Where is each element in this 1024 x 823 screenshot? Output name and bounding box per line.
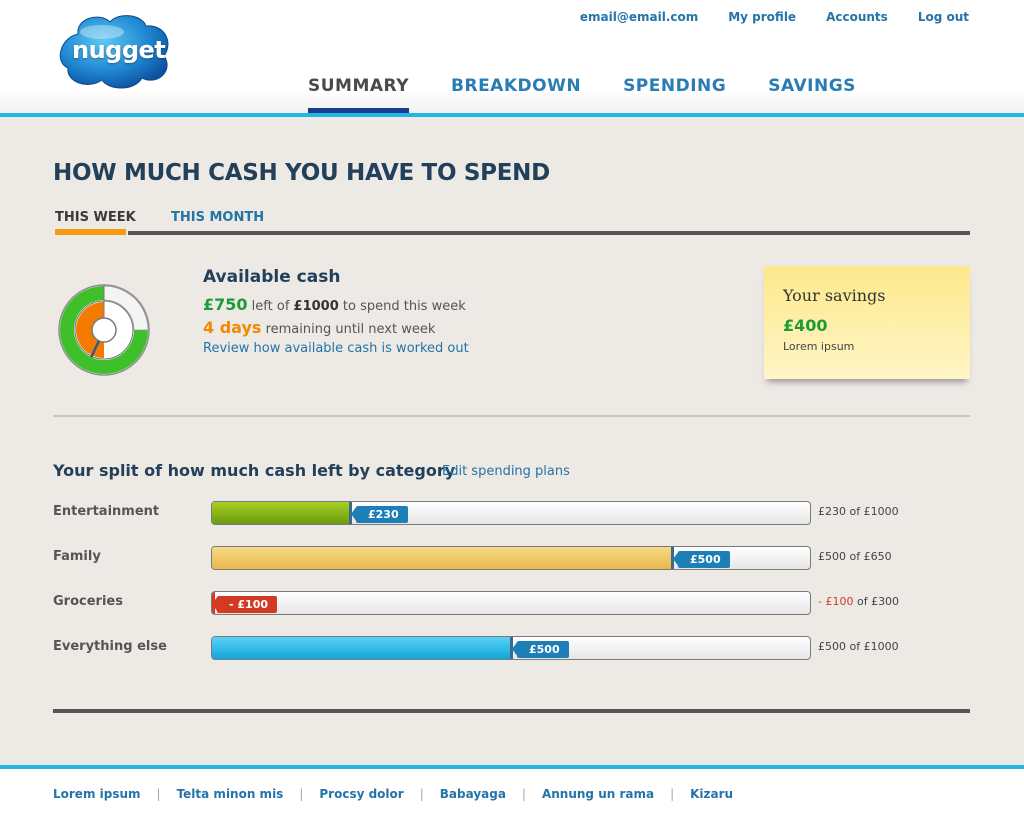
content-bottom-rule	[53, 709, 970, 713]
category-name: Family	[53, 549, 101, 564]
logo-text: nugget	[72, 36, 166, 64]
logout-link[interactable]: Log out	[918, 10, 969, 24]
amount-left-line: £750 left of £1000 to spend this week	[203, 295, 469, 315]
nav-tab-breakdown[interactable]: BREAKDOWN	[451, 74, 581, 114]
footer-separator: |	[419, 787, 424, 801]
donut-center-hole	[91, 317, 117, 343]
category-progress-fill	[212, 637, 511, 659]
category-name: Groceries	[53, 594, 123, 609]
accounts-link[interactable]: Accounts	[826, 10, 888, 24]
category-progress-bar: - £100	[211, 591, 811, 615]
tab-this-week[interactable]: THIS WEEK	[55, 210, 136, 225]
footer-separator: |	[670, 787, 675, 801]
category-row[interactable]: Everything else £500 £500 of £1000	[53, 636, 970, 662]
available-cash-panel: Available cash £750 left of £1000 to spe…	[203, 267, 469, 356]
site-header: nugget email@email.com My profile Accoun…	[0, 0, 1024, 114]
category-summary-total: of £1000	[846, 640, 899, 653]
footer-separator: |	[156, 787, 161, 801]
category-summary: £500 of £650	[818, 550, 892, 563]
site-footer: Lorem ipsum | Telta minon mis | Procsy dolor…	[0, 769, 1024, 823]
amount-left: £750	[203, 295, 248, 314]
category-amount-tag: £500	[673, 551, 730, 568]
footer-link[interactable]: Procsy dolor	[319, 787, 403, 801]
section-divider	[53, 415, 970, 417]
category-summary: - £100 of £300	[818, 595, 899, 608]
savings-title: Your savings	[783, 286, 886, 305]
category-progress-bar: £230	[211, 501, 811, 525]
category-summary-amount: £500	[818, 550, 846, 563]
page-title: HOW MUCH CASH YOU HAVE TO SPEND	[53, 160, 550, 186]
available-cash-donut-chart	[58, 284, 150, 376]
category-amount-tag: £500	[512, 641, 569, 658]
days-remaining: 4 days	[203, 318, 262, 337]
category-summary: £500 of £1000	[818, 640, 899, 653]
category-row[interactable]: Entertainment £230 £230 of £1000	[53, 501, 970, 527]
email-link[interactable]: email@email.com	[580, 10, 698, 24]
category-row[interactable]: Family £500 £500 of £650	[53, 546, 970, 572]
footer-link[interactable]: Telta minon mis	[177, 787, 284, 801]
tab-rule	[128, 231, 970, 235]
edit-spending-plans-link[interactable]: Edit spending plans	[442, 464, 570, 479]
savings-amount: £400	[783, 316, 828, 335]
category-amount-tag: - £100	[212, 596, 278, 613]
category-row[interactable]: Groceries - £100- £100 of £300	[53, 591, 970, 617]
my-profile-link[interactable]: My profile	[728, 10, 796, 24]
category-progress-bar: £500	[211, 546, 811, 570]
remaining-text: remaining until next week	[265, 322, 436, 337]
footer-separator: |	[521, 787, 526, 801]
footer-links: Lorem ipsum | Telta minon mis | Procsy dolor…	[53, 787, 733, 801]
footer-link[interactable]: Lorem ipsum	[53, 787, 141, 801]
category-summary-amount: £500	[818, 640, 846, 653]
left-of-text: left of	[251, 299, 290, 314]
review-cash-link[interactable]: Review how available cash is worked out	[203, 341, 469, 356]
footer-link[interactable]: Annung un rama	[542, 787, 654, 801]
category-amount-tag: £230	[351, 506, 408, 523]
category-summary: £230 of £1000	[818, 505, 899, 518]
budget-total: £1000	[293, 299, 339, 314]
footer-link[interactable]: Babayaga	[440, 787, 506, 801]
available-cash-title: Available cash	[203, 267, 341, 287]
nav-tab-spending[interactable]: SPENDING	[623, 74, 726, 114]
nav-tab-savings[interactable]: SAVINGS	[768, 74, 856, 114]
main-nav: SUMMARY BREAKDOWN SPENDING SAVINGS	[308, 74, 856, 114]
nav-tab-summary[interactable]: SUMMARY	[308, 74, 410, 114]
category-split-title: Your split of how much cash left by cate…	[53, 461, 456, 480]
category-summary-amount: - £100	[818, 595, 854, 608]
footer-separator: |	[299, 787, 304, 801]
category-progress-bar: £500	[211, 636, 811, 660]
period-tabs: THIS WEEK THIS MONTH	[53, 210, 970, 236]
category-progress-fill	[212, 502, 350, 524]
category-summary-amount: £230	[818, 505, 846, 518]
savings-sticky-note[interactable]: Your savings £400 Lorem ipsum	[764, 266, 970, 379]
to-spend-text: to spend this week	[342, 299, 466, 314]
main-content: HOW MUCH CASH YOU HAVE TO SPEND THIS WEE…	[0, 117, 1024, 765]
category-name: Everything else	[53, 639, 167, 654]
category-summary-total: of £1000	[846, 505, 899, 518]
category-summary-total: of £650	[846, 550, 892, 563]
account-links: email@email.com My profile Accounts Log …	[580, 10, 969, 24]
category-progress-fill	[212, 547, 672, 569]
days-remaining-line: 4 days remaining until next week	[203, 318, 469, 338]
category-summary-total: of £300	[853, 595, 900, 608]
savings-subtext: Lorem ipsum	[783, 340, 855, 353]
category-name: Entertainment	[53, 504, 160, 519]
active-tab-indicator	[55, 229, 126, 235]
tab-this-month[interactable]: THIS MONTH	[171, 210, 264, 225]
footer-link[interactable]: Kizaru	[690, 787, 733, 801]
